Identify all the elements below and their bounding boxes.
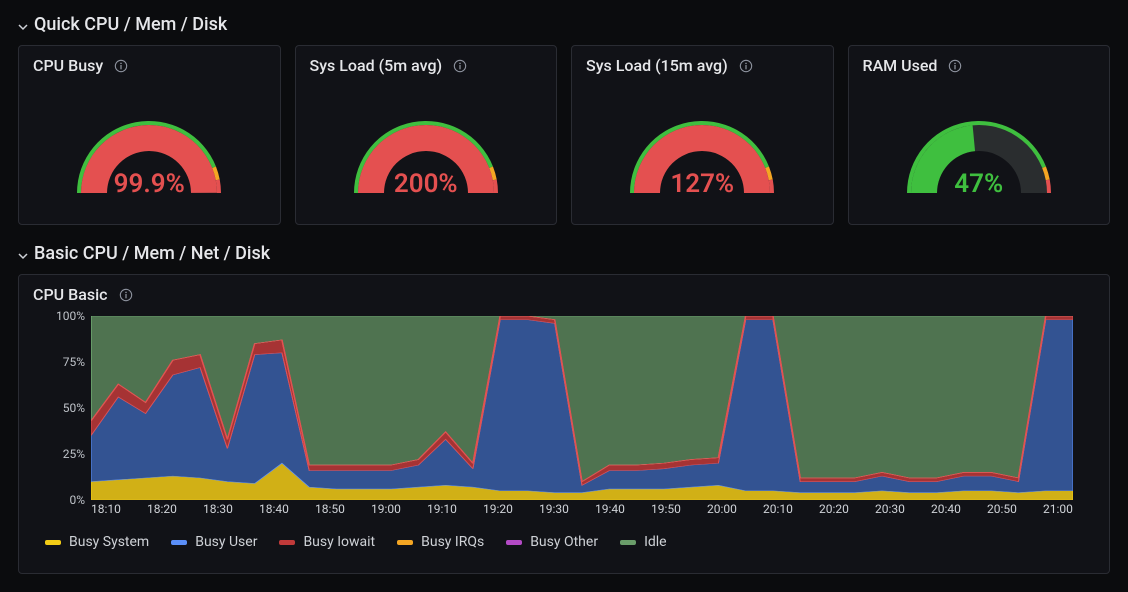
legend-label: Busy Iowait	[303, 534, 375, 550]
legend-swatch	[506, 540, 522, 545]
y-tick: 25%	[63, 447, 85, 461]
x-tick: 18:30	[203, 502, 233, 524]
info-icon[interactable]	[947, 58, 963, 74]
panel-title-label: CPU Basic	[33, 285, 108, 304]
section-header-quick[interactable]: Quick CPU / Mem / Disk	[18, 14, 1110, 35]
legend-item[interactable]: Busy IRQs	[397, 534, 484, 550]
x-tick: 20:10	[763, 502, 793, 524]
gauge-value: 47%	[863, 169, 1096, 199]
info-icon[interactable]	[113, 58, 129, 74]
panel-title-label: Sys Load (5m avg)	[310, 56, 443, 75]
gauge: 127%	[586, 75, 819, 205]
x-tick: 18:50	[315, 502, 345, 524]
legend-swatch	[397, 540, 413, 545]
chart-legend: Busy System Busy User Busy Iowait Busy IRQs…	[33, 524, 1095, 550]
panel-ram-used[interactable]: RAM Used 47%	[848, 45, 1111, 225]
gauge: 200%	[310, 75, 543, 205]
x-tick: 19:10	[427, 502, 457, 524]
legend-label: Busy Other	[530, 534, 598, 550]
legend-item[interactable]: Busy System	[45, 534, 149, 550]
legend-item[interactable]: Busy Other	[506, 534, 598, 550]
y-tick: 75%	[63, 355, 85, 369]
info-icon[interactable]	[118, 287, 134, 303]
legend-swatch	[45, 540, 61, 545]
info-icon[interactable]	[452, 58, 468, 74]
legend-item[interactable]: Idle	[620, 534, 667, 550]
panel-sysload-5m[interactable]: Sys Load (5m avg) 200%	[295, 45, 558, 225]
x-tick: 19:00	[371, 502, 401, 524]
panel-title-label: CPU Busy	[33, 56, 103, 75]
legend-label: Busy IRQs	[421, 534, 484, 550]
x-tick: 19:30	[539, 502, 569, 524]
x-tick: 20:40	[931, 502, 961, 524]
section-title: Basic CPU / Mem / Net / Disk	[34, 243, 270, 264]
chevron-down-icon	[18, 20, 28, 30]
x-tick: 18:40	[259, 502, 289, 524]
legend-item[interactable]: Busy User	[171, 534, 257, 550]
section-title: Quick CPU / Mem / Disk	[34, 14, 227, 35]
panel-cpu-basic[interactable]: CPU Basic 0% 25% 50% 75% 100% 18:10 18:20 18:3…	[18, 274, 1110, 574]
x-tick: 20:30	[875, 502, 905, 524]
legend-swatch	[171, 540, 187, 545]
chevron-down-icon	[18, 249, 28, 259]
x-tick: 18:10	[91, 502, 121, 524]
gauge-value: 200%	[310, 169, 543, 199]
x-tick: 18:20	[147, 502, 177, 524]
panel-sysload-15m[interactable]: Sys Load (15m avg) 127%	[571, 45, 834, 225]
gauge-value: 99.9%	[33, 169, 266, 199]
panel-title-label: Sys Load (15m avg)	[586, 56, 728, 75]
gauges-row: CPU Busy 99.9% Sys Load (5m avg) 200%	[18, 45, 1110, 225]
legend-label: Idle	[644, 534, 667, 550]
legend-item[interactable]: Busy Iowait	[279, 534, 375, 550]
legend-swatch	[620, 540, 636, 545]
legend-label: Busy User	[195, 534, 257, 550]
x-tick: 20:20	[819, 502, 849, 524]
gauge: 99.9%	[33, 75, 266, 205]
panel-title-label: RAM Used	[863, 56, 938, 75]
x-tick: 19:50	[651, 502, 681, 524]
panel-cpu-busy[interactable]: CPU Busy 99.9%	[18, 45, 281, 225]
legend-swatch	[279, 540, 295, 545]
gauge: 47%	[863, 75, 1096, 205]
y-tick: 100%	[56, 309, 85, 323]
x-tick: 21:00	[1043, 502, 1073, 524]
y-tick: 0%	[69, 493, 85, 507]
x-tick: 20:00	[707, 502, 737, 524]
section-header-basic[interactable]: Basic CPU / Mem / Net / Disk	[18, 243, 1110, 264]
chart-area: 0%25%50%75%100% 18:1018:2018:3018:4018:5…	[33, 316, 1095, 524]
gauge-value: 127%	[586, 169, 819, 199]
legend-label: Busy System	[69, 534, 149, 550]
y-tick: 50%	[63, 401, 85, 415]
info-icon[interactable]	[738, 58, 754, 74]
x-tick: 20:50	[987, 502, 1017, 524]
x-tick: 19:20	[483, 502, 513, 524]
x-tick: 19:40	[595, 502, 625, 524]
